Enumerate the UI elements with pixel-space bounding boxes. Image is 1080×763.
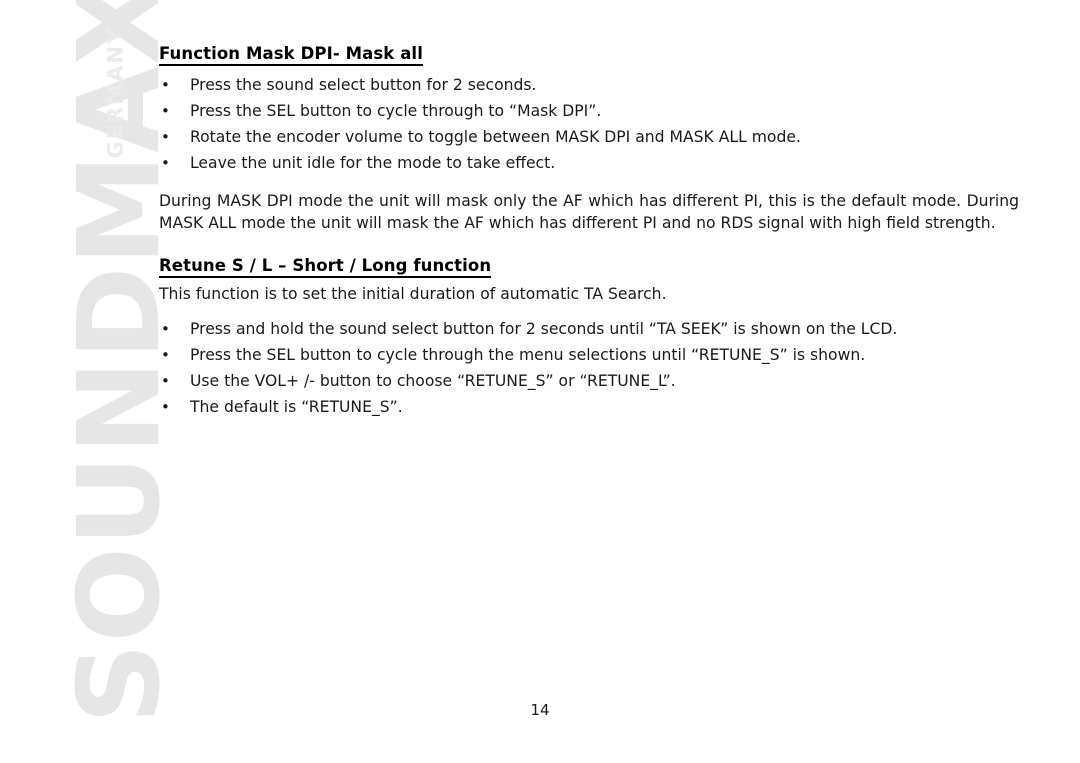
list-item: • Press the SEL button to cycle through … xyxy=(159,98,1019,124)
list-item: • Leave the unit idle for the mode to ta… xyxy=(159,150,1019,176)
bullet-icon: • xyxy=(161,127,170,146)
bullet-list: • Press and hold the sound select button… xyxy=(159,316,1019,420)
bullet-icon: • xyxy=(161,346,170,365)
bullet-list: • Press the sound select button for 2 se… xyxy=(159,72,1019,176)
list-item: • Press the sound select button for 2 se… xyxy=(159,72,1019,98)
section-heading: Retune S / L – Short / Long function xyxy=(159,255,1019,278)
list-item-text: Press the sound select button for 2 seco… xyxy=(190,75,537,94)
list-item-text: Press and hold the sound select button f… xyxy=(190,320,898,339)
list-item-text: Press the SEL button to cycle through to… xyxy=(190,101,602,120)
list-item-text: Use the VOL+ /- button to choose “RETUNE… xyxy=(190,372,676,391)
soundmax-watermark: SOUNDMAX GERMANY xyxy=(0,0,185,763)
list-item-text: The default is “RETUNE_S”. xyxy=(190,398,403,417)
list-item: • The default is “RETUNE_S”. xyxy=(159,394,1019,420)
section-heading: Function Mask DPI- Mask all xyxy=(159,44,1019,66)
section-heading-text: Function Mask DPI- Mask all xyxy=(159,44,423,66)
document-content: Function Mask DPI- Mask all • Press the … xyxy=(159,44,1019,420)
list-item: • Press the SEL button to cycle through … xyxy=(159,342,1019,368)
list-item-text: Press the SEL button to cycle through th… xyxy=(190,346,866,365)
bullet-icon: • xyxy=(161,153,170,172)
list-item: • Use the VOL+ /- button to choose “RETU… xyxy=(159,368,1019,394)
list-item-text: Rotate the encoder volume to toggle betw… xyxy=(190,127,801,146)
bullet-icon: • xyxy=(161,75,170,94)
bullet-icon: • xyxy=(161,372,170,391)
list-item: • Press and hold the sound select button… xyxy=(159,316,1019,342)
list-item-text: Leave the unit idle for the mode to take… xyxy=(190,153,556,172)
section-function-mask-dpi: Function Mask DPI- Mask all • Press the … xyxy=(159,44,1019,234)
list-item: • Rotate the encoder volume to toggle be… xyxy=(159,124,1019,150)
page-number: 14 xyxy=(530,701,550,719)
page-footer: 14 xyxy=(0,700,1080,719)
bullet-icon: • xyxy=(161,101,170,120)
section-retune-short-long: Retune S / L – Short / Long function Thi… xyxy=(159,255,1019,421)
section-heading-text: Retune S / L – Short / Long function xyxy=(159,255,492,278)
watermark-country-text: GERMANY xyxy=(103,26,128,159)
bullet-icon: • xyxy=(161,398,170,417)
section-paragraph: During MASK DPI mode the unit will mask … xyxy=(159,191,1019,232)
bullet-icon: • xyxy=(161,320,170,339)
section-intro-text: This function is to set the initial dura… xyxy=(159,285,667,304)
